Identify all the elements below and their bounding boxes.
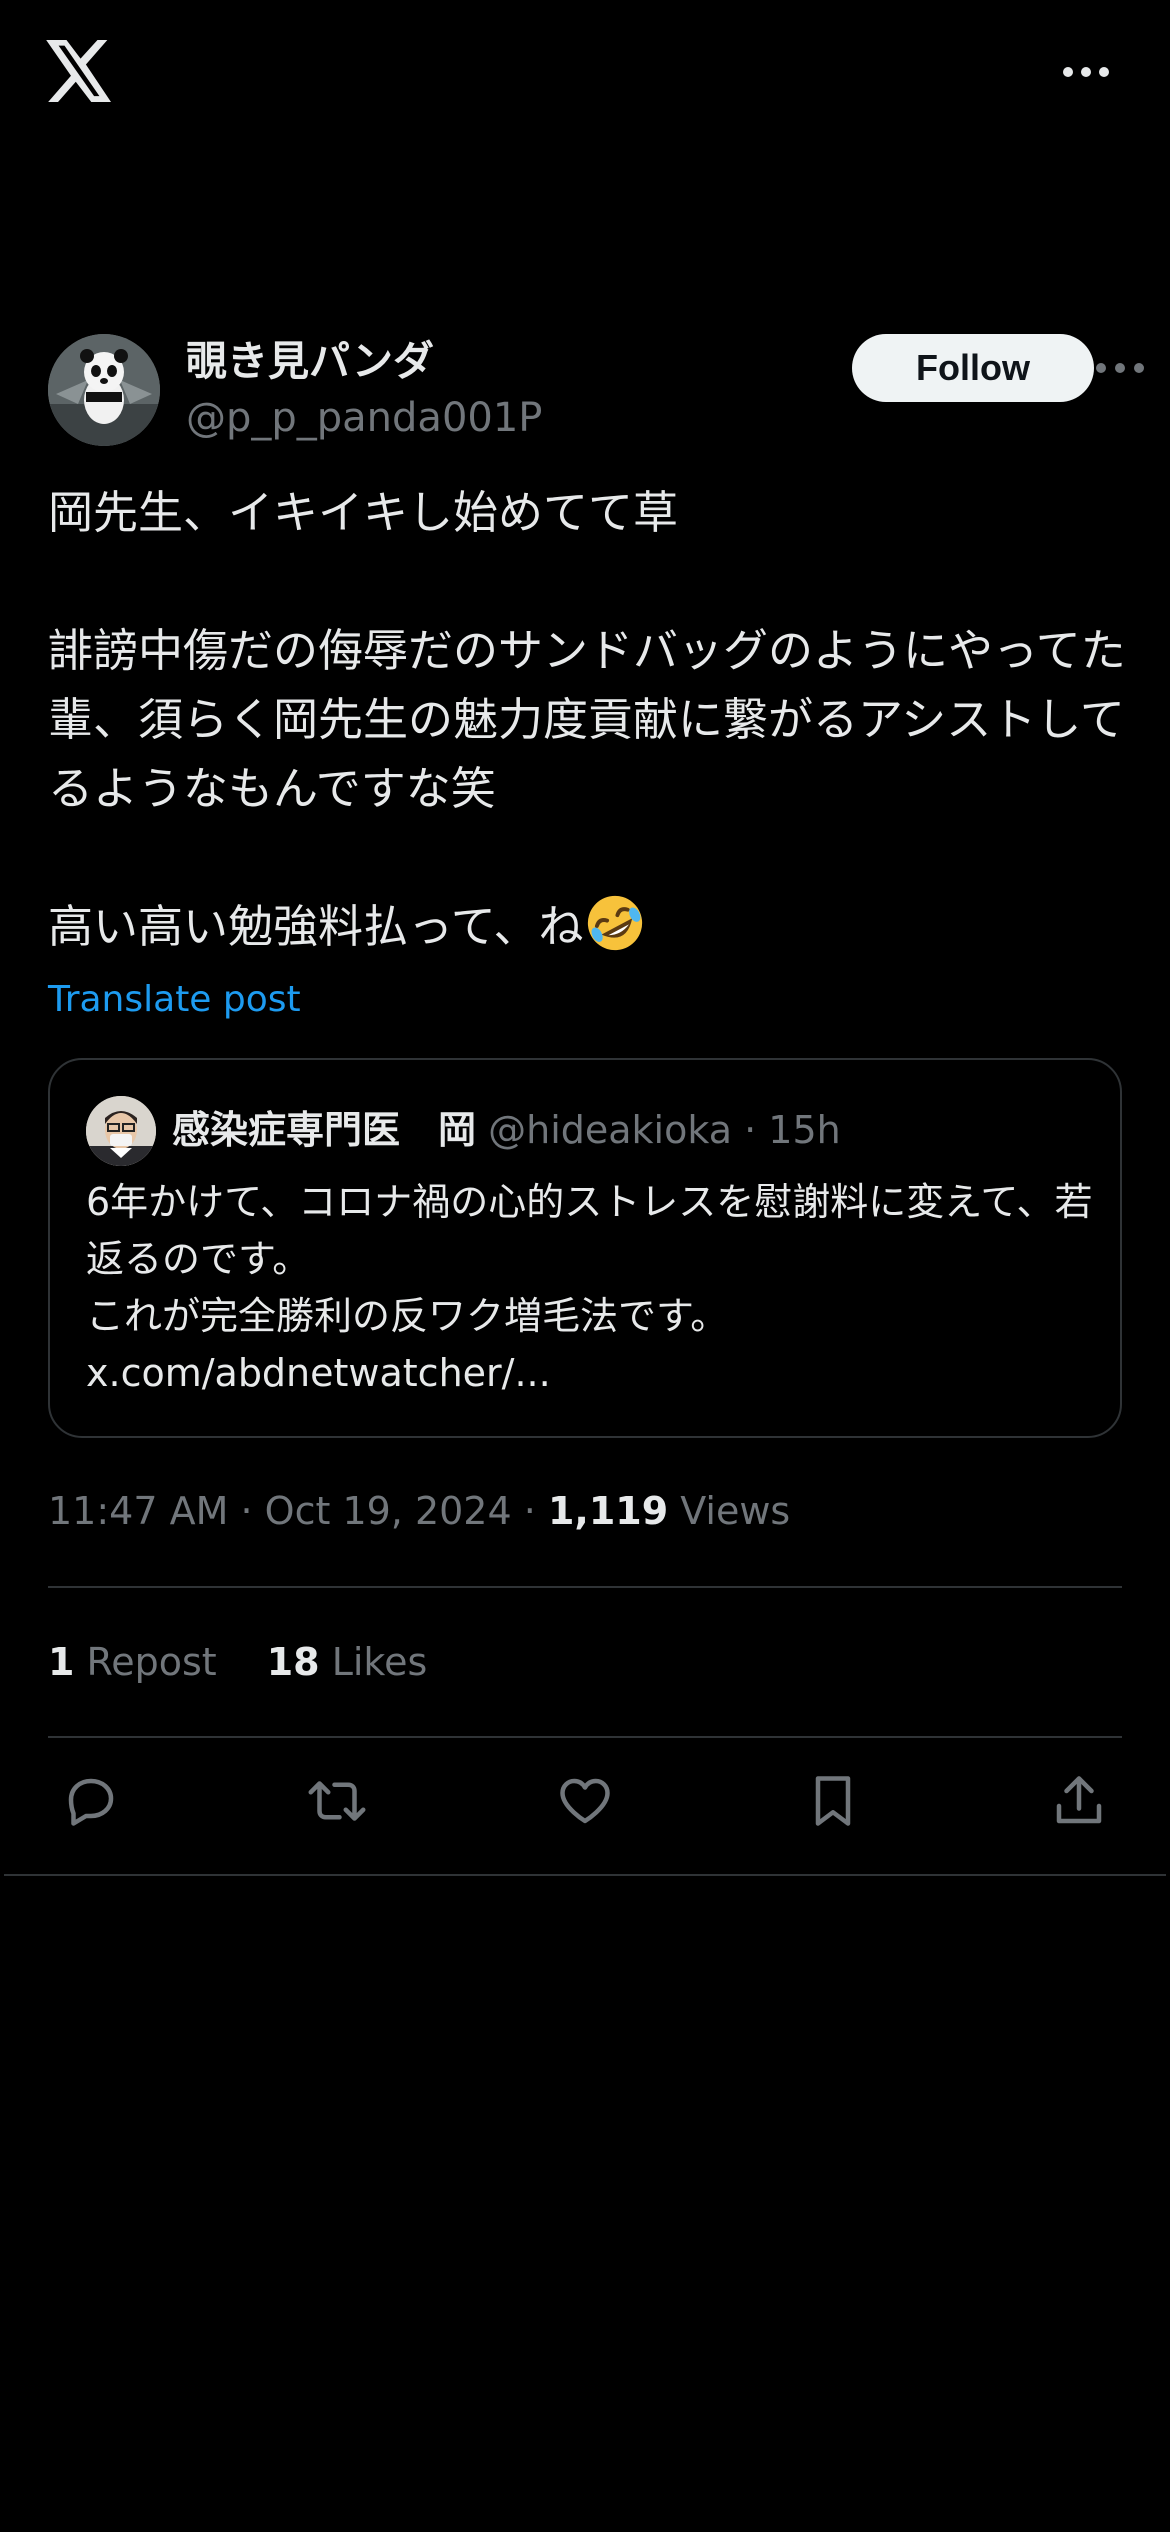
bookmark-icon <box>815 1776 851 1826</box>
tweet-paragraph: 高い高い勉強料払って、ね <box>48 892 1128 961</box>
repost-button[interactable] <box>304 1768 370 1834</box>
quoted-handle[interactable]: @hideakioka <box>488 1108 732 1152</box>
views-label: Views <box>680 1489 791 1533</box>
tweet-paragraph: 誹謗中傷だの侮辱だのサンドバッグのようにやってた輩、須らく岡先生の魅力度貢献に繋… <box>48 624 1126 815</box>
quoted-display-name[interactable]: 感染症専門医 岡 <box>172 1108 476 1152</box>
reposts-label: Repost <box>86 1640 217 1684</box>
tweet-author: 覗き見パンダ @p_p_panda001P Follow <box>48 334 1144 446</box>
author-display-name[interactable]: 覗き見パンダ <box>186 334 434 388</box>
quoted-line: これが完全勝利の反ワク増毛法です。 <box>86 1294 729 1338</box>
reposts-count: 1 <box>48 1640 75 1684</box>
quoted-author-avatar[interactable] <box>86 1096 156 1166</box>
x-logo-icon[interactable] <box>46 40 114 102</box>
translate-post-link[interactable]: Translate post <box>48 974 301 1026</box>
engagement-stats: 1 Repost 18 Likes <box>48 1632 427 1692</box>
top-bar <box>0 0 1170 150</box>
tweet-time[interactable]: 11:47 AM <box>48 1489 228 1533</box>
share-icon <box>1056 1776 1102 1824</box>
separator-dot: · <box>744 1108 757 1152</box>
separator-dot: · <box>523 1489 536 1533</box>
views-count: 1,119 <box>547 1489 669 1533</box>
quoted-header: 感染症専門医 岡 @hideakioka · 15h <box>172 1100 841 1160</box>
quoted-text: 6年かけて、コロナ禍の心的ストレスを慰謝料に変えて、若返るのです。 これが完全勝… <box>86 1174 1096 1402</box>
bookmark-button[interactable] <box>800 1768 866 1834</box>
reply-icon <box>68 1778 114 1826</box>
reply-button[interactable] <box>58 1768 124 1834</box>
quoted-tweet[interactable]: 感染症専門医 岡 @hideakioka · 15h 6年かけて、コロナ禍の心的… <box>48 1058 1122 1438</box>
paragraph-spacer <box>48 823 1128 892</box>
follow-button[interactable]: Follow <box>852 334 1094 402</box>
author-handle[interactable]: @p_p_panda001P <box>186 392 542 444</box>
separator-dot: · <box>240 1489 253 1533</box>
likes-count: 18 <box>266 1640 320 1684</box>
quoted-timestamp: 15h <box>768 1108 841 1152</box>
repost-icon <box>308 1781 366 1821</box>
quoted-line: 6年かけて、コロナ禍の心的ストレスを慰謝料に変えて、若返るのです。 <box>86 1180 1093 1281</box>
likes-stat[interactable]: 18 Likes <box>267 1640 428 1684</box>
tweet-paragraph: 岡先生、イキイキし始めてて草 <box>48 486 679 539</box>
tweet-meta: 11:47 AM · Oct 19, 2024 · 1,119 Views <box>48 1480 790 1542</box>
rolling-on-floor-laughing-emoji <box>587 895 642 951</box>
more-horizontal-icon[interactable] <box>1062 64 1110 80</box>
divider <box>48 1586 1122 1588</box>
action-bar <box>0 1768 1170 1848</box>
share-button[interactable] <box>1046 1768 1112 1834</box>
divider <box>48 1736 1122 1738</box>
tweet-text: 岡先生、イキイキし始めてて草 誹謗中傷だの侮辱だのサンドバッグのようにやってた輩… <box>48 478 1128 961</box>
likes-label: Likes <box>331 1640 428 1684</box>
author-avatar[interactable] <box>48 334 160 446</box>
like-icon <box>560 1778 610 1824</box>
paragraph-spacer <box>48 547 1128 616</box>
like-button[interactable] <box>552 1768 618 1834</box>
divider <box>4 1874 1166 1876</box>
quoted-link[interactable]: x.com/abdnetwatcher/... <box>86 1345 1096 1402</box>
tweet-paragraph-text: 高い高い勉強料払って、ね <box>48 900 584 953</box>
more-horizontal-icon[interactable] <box>1094 360 1146 376</box>
tweet-date[interactable]: Oct 19, 2024 <box>265 1489 512 1533</box>
reposts-stat[interactable]: 1 Repost <box>48 1640 217 1684</box>
